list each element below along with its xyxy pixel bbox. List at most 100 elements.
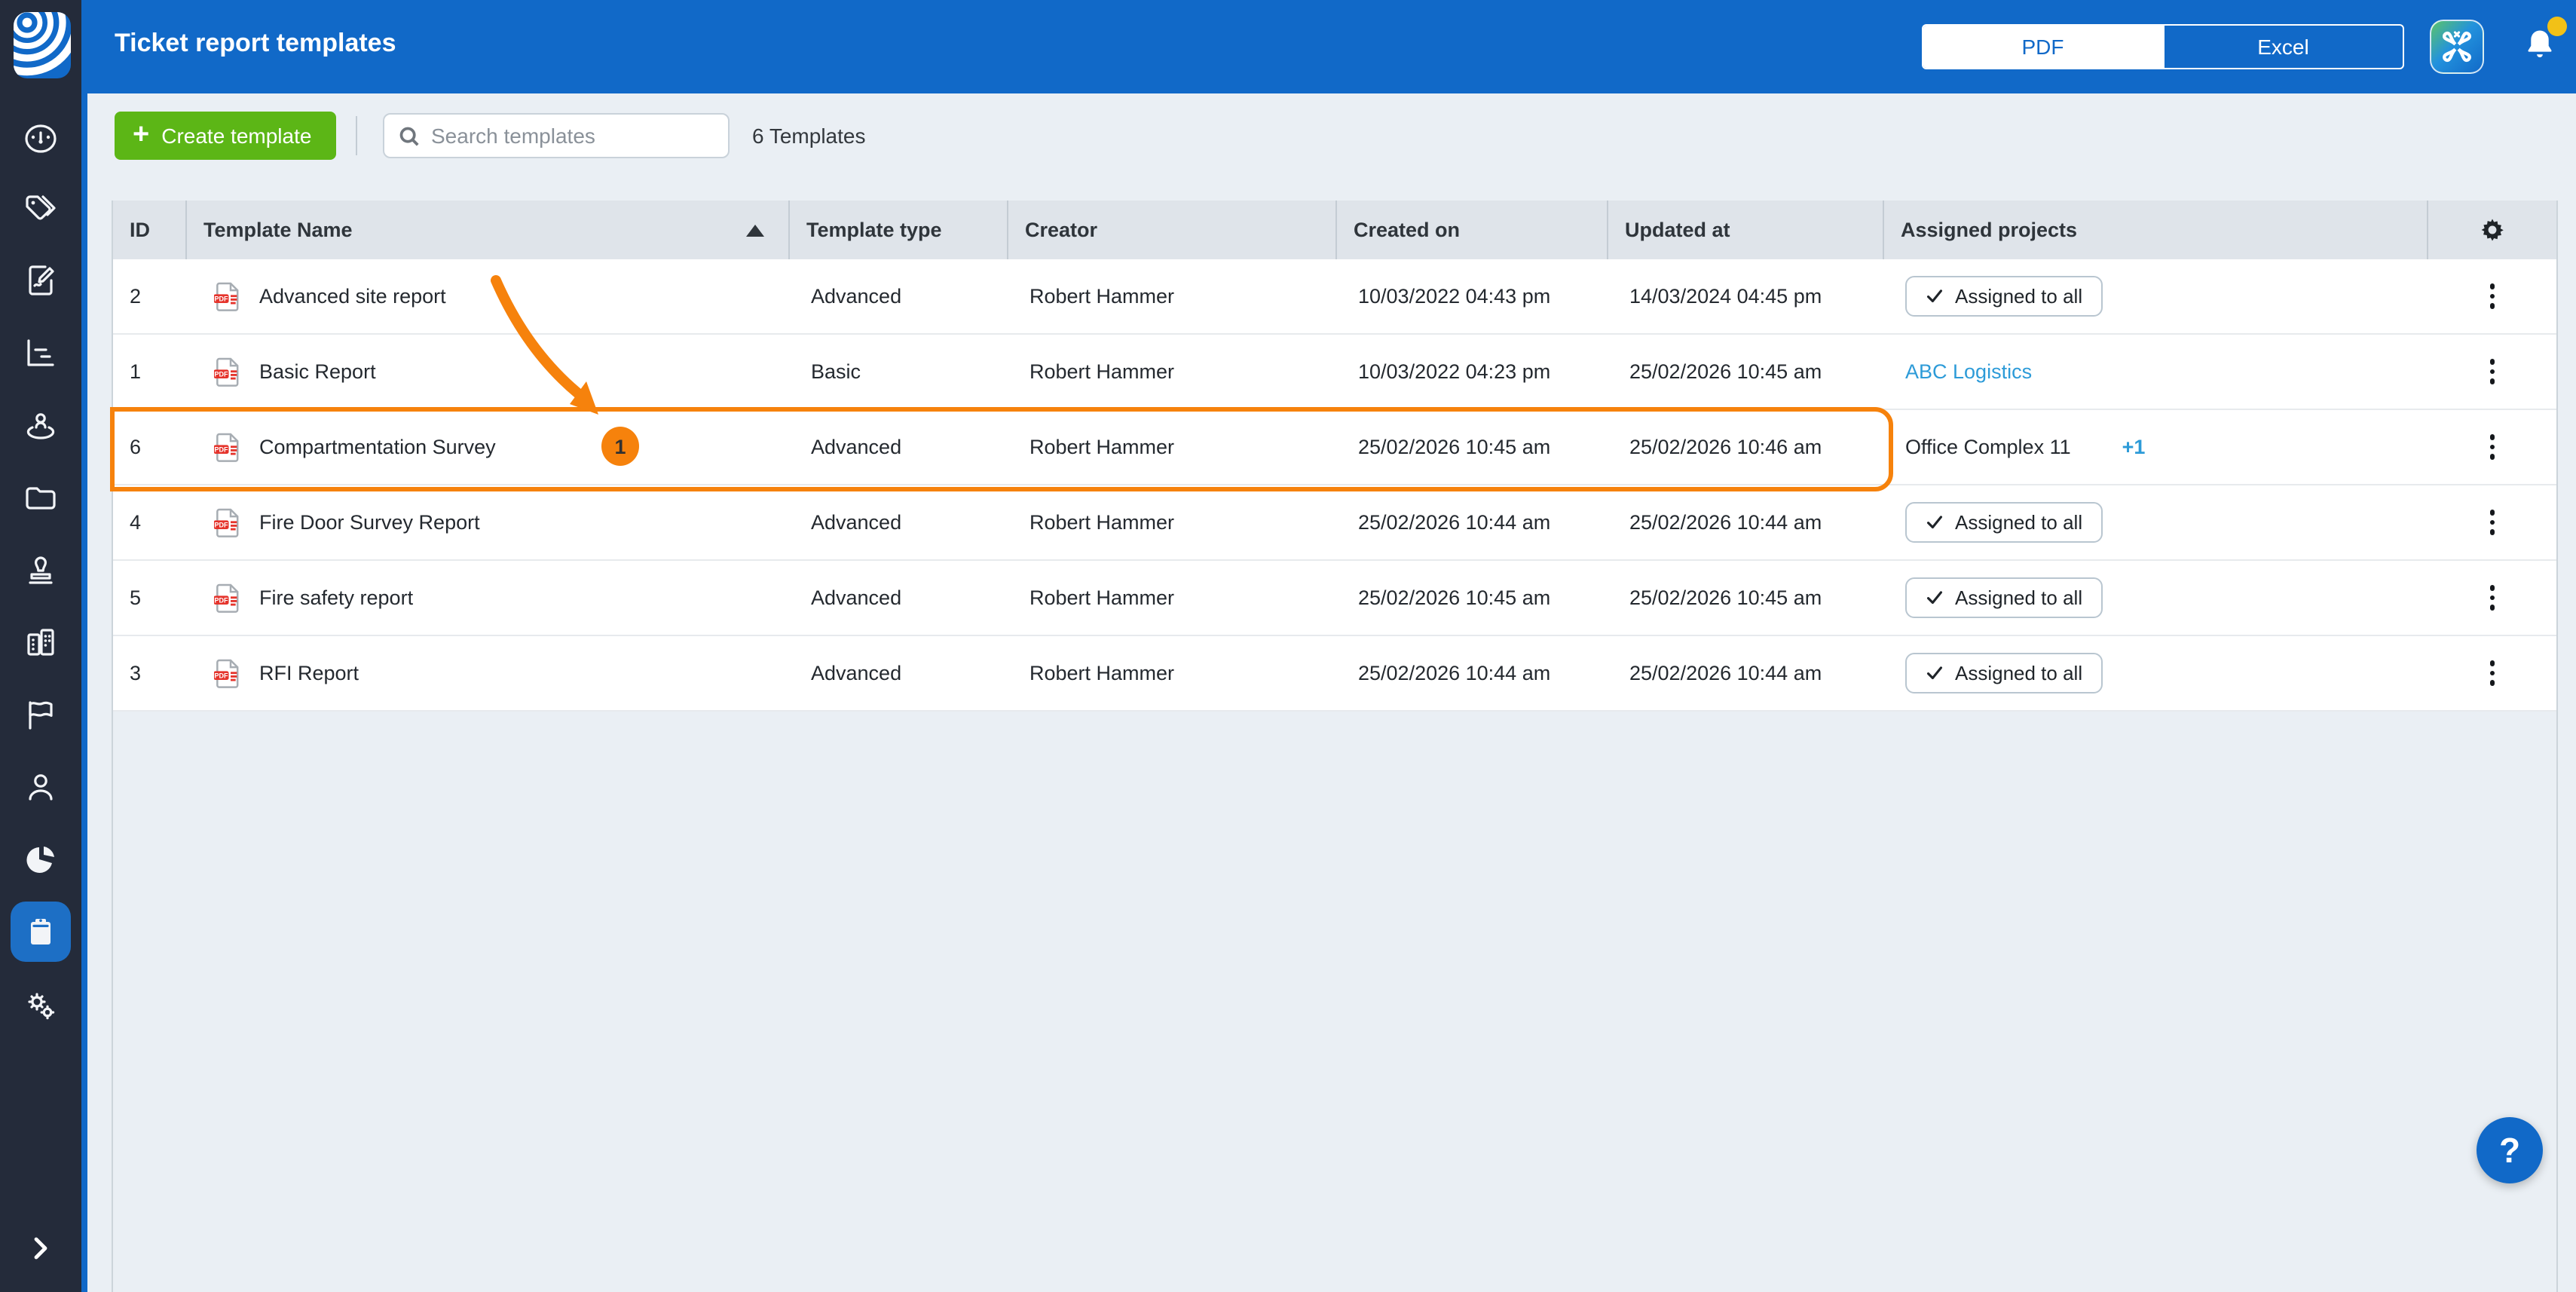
assigned-project-link[interactable]: ABC Logistics [1905, 360, 2032, 383]
cell-assigned-projects: Assigned to all [1884, 653, 2428, 693]
cell-updated-at: 14/03/2024 04:45 pm [1608, 285, 1884, 308]
cell-template-type: Basic [790, 360, 1008, 383]
column-header-assigned-projects[interactable]: Assigned projects [1884, 201, 2428, 259]
sidebar-item-templates[interactable] [11, 902, 71, 962]
assigned-to-all-chip[interactable]: Assigned to all [1905, 653, 2102, 693]
search-input[interactable] [431, 124, 714, 148]
cell-created-on: 25/02/2026 10:45 am [1337, 436, 1608, 458]
svg-text:PDF: PDF [215, 445, 229, 453]
sidebar-item-tags[interactable] [11, 178, 71, 238]
row-actions-menu-button[interactable] [2470, 349, 2515, 394]
table-row[interactable]: 5 PDF Fire safety report Advanced Robert… [113, 561, 2556, 636]
sidebar-item-dashboard[interactable] [11, 109, 71, 169]
sidebar [0, 0, 87, 1292]
notifications-button[interactable] [2514, 20, 2565, 74]
settings-gears-icon [23, 987, 59, 1024]
pdf-file-icon: PDF [214, 357, 240, 387]
more-projects-link[interactable]: +1 [2122, 436, 2146, 458]
cell-updated-at: 25/02/2026 10:45 am [1608, 586, 1884, 609]
svg-text:PDF: PDF [215, 672, 229, 679]
cell-creator: Robert Hammer [1008, 511, 1337, 534]
statistics-icon [23, 335, 59, 371]
pdf-file-icon: PDF [214, 658, 240, 688]
column-header-id[interactable]: ID [113, 201, 187, 259]
column-header-creator[interactable]: Creator [1008, 201, 1337, 259]
sidebar-item-settings[interactable] [11, 975, 71, 1036]
toolbar-divider [356, 116, 357, 155]
sidebar-item-contacts[interactable] [11, 757, 71, 817]
app-logo [14, 12, 71, 78]
sidebar-expand-button[interactable] [11, 1224, 71, 1275]
plus-icon: + [133, 120, 149, 148]
flag-icon [23, 697, 59, 733]
sidebar-item-approvals[interactable] [11, 540, 71, 600]
check-icon [1925, 588, 1944, 608]
search-box [383, 113, 730, 158]
tags-icon [23, 190, 59, 226]
svg-text:PDF: PDF [215, 521, 229, 528]
cell-created-on: 25/02/2026 10:44 am [1337, 662, 1608, 684]
sidebar-item-reports[interactable] [11, 829, 71, 889]
cell-template-type: Advanced [790, 285, 1008, 308]
svg-text:PDF: PDF [215, 295, 229, 302]
dashboard-icon [23, 121, 59, 157]
templates-count: 6 Templates [752, 124, 865, 148]
sidebar-item-statistics[interactable] [11, 323, 71, 383]
cell-actions [2428, 349, 2556, 394]
cell-actions [2428, 500, 2556, 545]
check-icon [1925, 513, 1944, 532]
row-actions-menu-button[interactable] [2470, 274, 2515, 319]
person-location-icon [23, 407, 59, 443]
cell-updated-at: 25/02/2026 10:45 am [1608, 360, 1884, 383]
row-actions-menu-button[interactable] [2470, 651, 2515, 696]
assigned-to-all-chip[interactable]: Assigned to all [1905, 577, 2102, 618]
ai-assistant-button[interactable] [2430, 20, 2484, 74]
sidebar-item-milestones[interactable] [11, 684, 71, 745]
table-row[interactable]: 1 PDF Basic Report Basic Robert Hammer [113, 335, 2556, 410]
assigned-to-all-chip[interactable]: Assigned to all [1905, 502, 2102, 543]
table-row-highlighted[interactable]: 6 PDF Compartmentation Survey Advanced R… [113, 410, 2556, 485]
sidebar-item-forms[interactable] [11, 250, 71, 311]
assigned-project-name: Office Complex 11 [1905, 436, 2071, 458]
main-content: + Create template 6 Templates ID Templat… [87, 93, 2576, 1292]
app-window: Ticket report templates PDF Excel + Crea… [0, 0, 2576, 1292]
format-pdf-button[interactable]: PDF [1923, 26, 2162, 68]
cell-actions [2428, 274, 2556, 319]
assigned-to-all-chip[interactable]: Assigned to all [1905, 276, 2102, 317]
tutorial-step-badge: 1 [601, 427, 639, 466]
create-template-button[interactable]: + Create template [115, 112, 335, 160]
cell-actions [2428, 575, 2556, 620]
cell-assigned-projects: Assigned to all [1884, 577, 2428, 618]
cell-assigned-projects: Office Complex 11 +1 [1884, 436, 2428, 458]
cell-id: 4 [113, 511, 187, 534]
sidebar-item-site-presence[interactable] [11, 395, 71, 455]
cell-creator: Robert Hammer [1008, 360, 1337, 383]
row-actions-menu-button[interactable] [2470, 500, 2515, 545]
cell-creator: Robert Hammer [1008, 436, 1337, 458]
table-row[interactable]: 3 PDF RFI Report Advanced Robert Hammer [113, 636, 2556, 712]
cell-created-on: 25/02/2026 10:45 am [1337, 586, 1608, 609]
column-settings-button[interactable] [2428, 201, 2556, 259]
sidebar-item-documents[interactable] [11, 467, 71, 528]
cell-updated-at: 25/02/2026 10:46 am [1608, 436, 1884, 458]
table-row[interactable]: 4 PDF Fire Door Survey Report Advanced R… [113, 485, 2556, 561]
row-actions-menu-button[interactable] [2470, 575, 2515, 620]
column-header-template-name[interactable]: Template Name [187, 201, 790, 259]
sort-ascending-icon [746, 224, 764, 236]
cell-template-name: PDF Fire safety report [187, 583, 790, 613]
table-row[interactable]: 2 PDF Advanced site report Advanced Robe… [113, 259, 2556, 335]
cell-actions [2428, 424, 2556, 470]
column-header-updated-at[interactable]: Updated at [1608, 201, 1884, 259]
help-button[interactable]: ? [2477, 1117, 2543, 1183]
cell-template-name: PDF Compartmentation Survey [187, 432, 790, 462]
format-excel-button[interactable]: Excel [2162, 26, 2403, 68]
cell-creator: Robert Hammer [1008, 586, 1337, 609]
clipboard-icon [23, 914, 59, 950]
cell-created-on: 25/02/2026 10:44 am [1337, 511, 1608, 534]
row-actions-menu-button[interactable] [2470, 424, 2515, 470]
column-header-template-type[interactable]: Template type [790, 201, 1008, 259]
cell-template-name: PDF Advanced site report [187, 281, 790, 311]
sidebar-item-projects[interactable] [11, 612, 71, 672]
ai-assistant-icon [2437, 27, 2477, 66]
column-header-created-on[interactable]: Created on [1337, 201, 1608, 259]
